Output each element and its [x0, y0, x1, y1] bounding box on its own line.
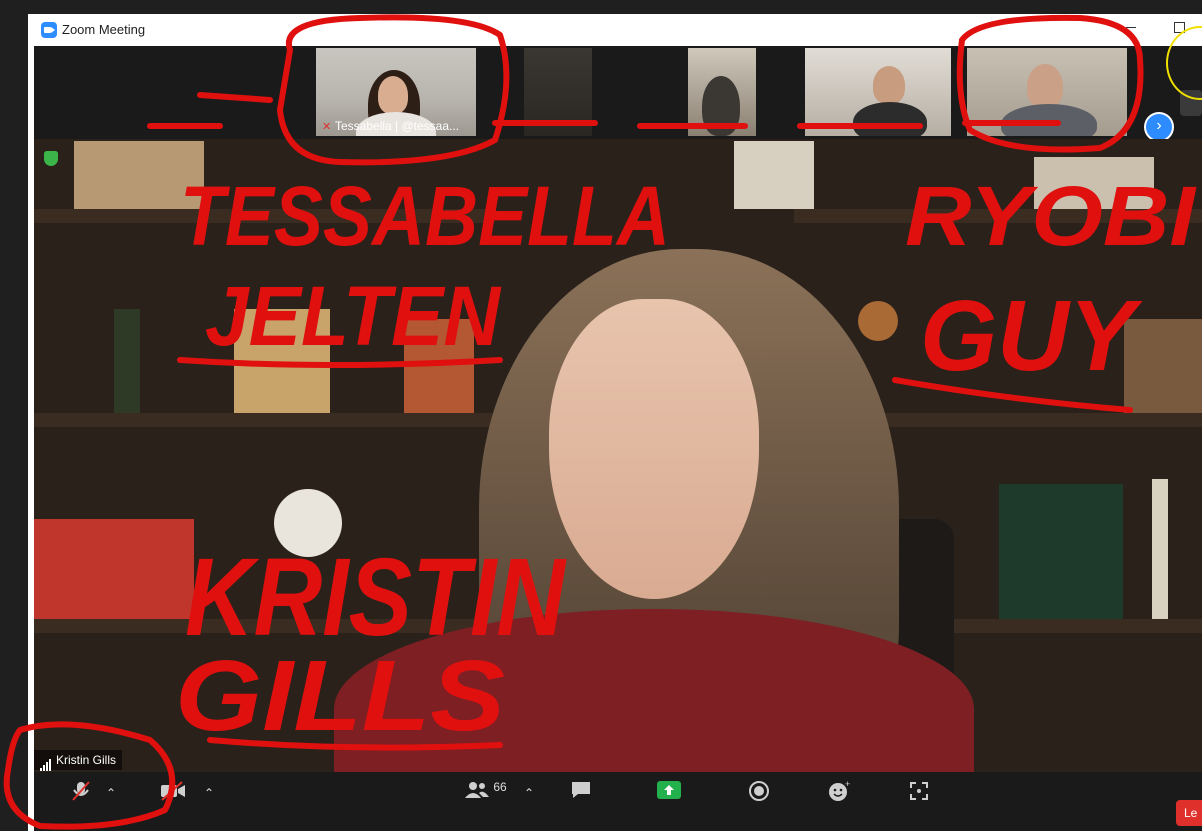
- participant-thumbnail-ryobi[interactable]: [967, 48, 1127, 136]
- shelf: [794, 209, 1202, 223]
- book: [1124, 319, 1202, 413]
- reactions-button[interactable]: +: [828, 779, 852, 805]
- rolex-book: [999, 484, 1123, 619]
- participant-thumbnail-4[interactable]: [805, 48, 951, 136]
- participant-video-face: [873, 66, 905, 104]
- speaker-face: [549, 299, 759, 599]
- chat-icon: [572, 782, 590, 798]
- participants-button[interactable]: 66: [464, 780, 507, 800]
- trophy: [858, 301, 898, 341]
- book: [114, 309, 140, 413]
- participants-icon: [465, 782, 489, 798]
- participant-thumbnail-tessabella[interactable]: ✕ Tessabella | @tessaa...: [316, 48, 476, 136]
- video-options-chevron-up-icon[interactable]: ⌃: [204, 786, 214, 800]
- reactions-icon: +: [829, 779, 850, 801]
- next-page-arrow-icon[interactable]: ›: [1144, 112, 1174, 142]
- shelf: [34, 619, 494, 633]
- record-button[interactable]: [748, 780, 770, 805]
- participant-video-face: [378, 76, 408, 114]
- participant-name-text: Tessabella | @tessaa...: [335, 119, 460, 133]
- apps-button[interactable]: [908, 780, 930, 805]
- audio-options-chevron-up-icon[interactable]: ⌃: [106, 786, 116, 800]
- desktop-background-top: [0, 0, 1202, 14]
- minimize-button[interactable]: [1126, 27, 1136, 28]
- participant-thumbnail-3[interactable]: [688, 48, 756, 136]
- camera-off-icon: [161, 781, 185, 801]
- participants-options-chevron-up-icon[interactable]: ⌃: [524, 786, 534, 800]
- desktop-background-left: [0, 0, 28, 831]
- participant-video-figure: [702, 76, 740, 136]
- share-screen-button[interactable]: [657, 780, 681, 803]
- apps-icon: [910, 782, 928, 800]
- clock: [274, 489, 342, 557]
- shelf: [34, 413, 494, 427]
- shelf: [34, 209, 494, 223]
- book: [404, 319, 474, 413]
- record-icon: [749, 781, 769, 801]
- zoom-app-icon: [41, 22, 57, 38]
- participant-thumbnail-strip: ✕ Tessabella | @tessaa... ›: [34, 46, 1202, 142]
- book: [34, 519, 194, 619]
- mute-button[interactable]: [70, 780, 92, 805]
- share-screen-icon: [657, 781, 681, 799]
- mic-muted-icon: ✕: [322, 121, 332, 133]
- video-button[interactable]: [160, 780, 186, 805]
- leave-button[interactable]: Le: [1176, 800, 1202, 826]
- chat-button[interactable]: [570, 780, 592, 803]
- zoom-window: Zoom Meeting ✕Tessabella | @tessaa... ›: [34, 14, 1202, 831]
- participant-video-shirt: [853, 102, 927, 136]
- participant-thumbnail-2[interactable]: [524, 48, 592, 136]
- book: [734, 141, 814, 209]
- mic-muted-icon: [72, 781, 90, 801]
- book: [74, 141, 204, 209]
- title-bar: Zoom Meeting: [34, 14, 1202, 46]
- meeting-controls-toolbar: ⌃ ⌃ 66 ⌃ +: [34, 772, 1202, 831]
- participant-name-tessabella: ✕ Tessabella | @tessaa...: [322, 119, 459, 133]
- window-title: Zoom Meeting: [62, 22, 146, 37]
- participant-video-shirt: [1001, 104, 1097, 136]
- speaker-name-text: Kristin Gills: [56, 753, 117, 767]
- active-speaker-video: Kristin Gills: [34, 139, 1202, 772]
- network-signal-icon: [40, 751, 52, 771]
- svg-text:+: +: [845, 780, 850, 789]
- lamp: [1152, 479, 1168, 619]
- book: [1034, 157, 1154, 209]
- participants-count: 66: [493, 780, 507, 794]
- participant-video-face: [1027, 64, 1063, 108]
- book: [234, 309, 330, 413]
- encryption-shield-icon[interactable]: [44, 151, 58, 166]
- active-speaker-name-label: Kristin Gills: [34, 750, 123, 771]
